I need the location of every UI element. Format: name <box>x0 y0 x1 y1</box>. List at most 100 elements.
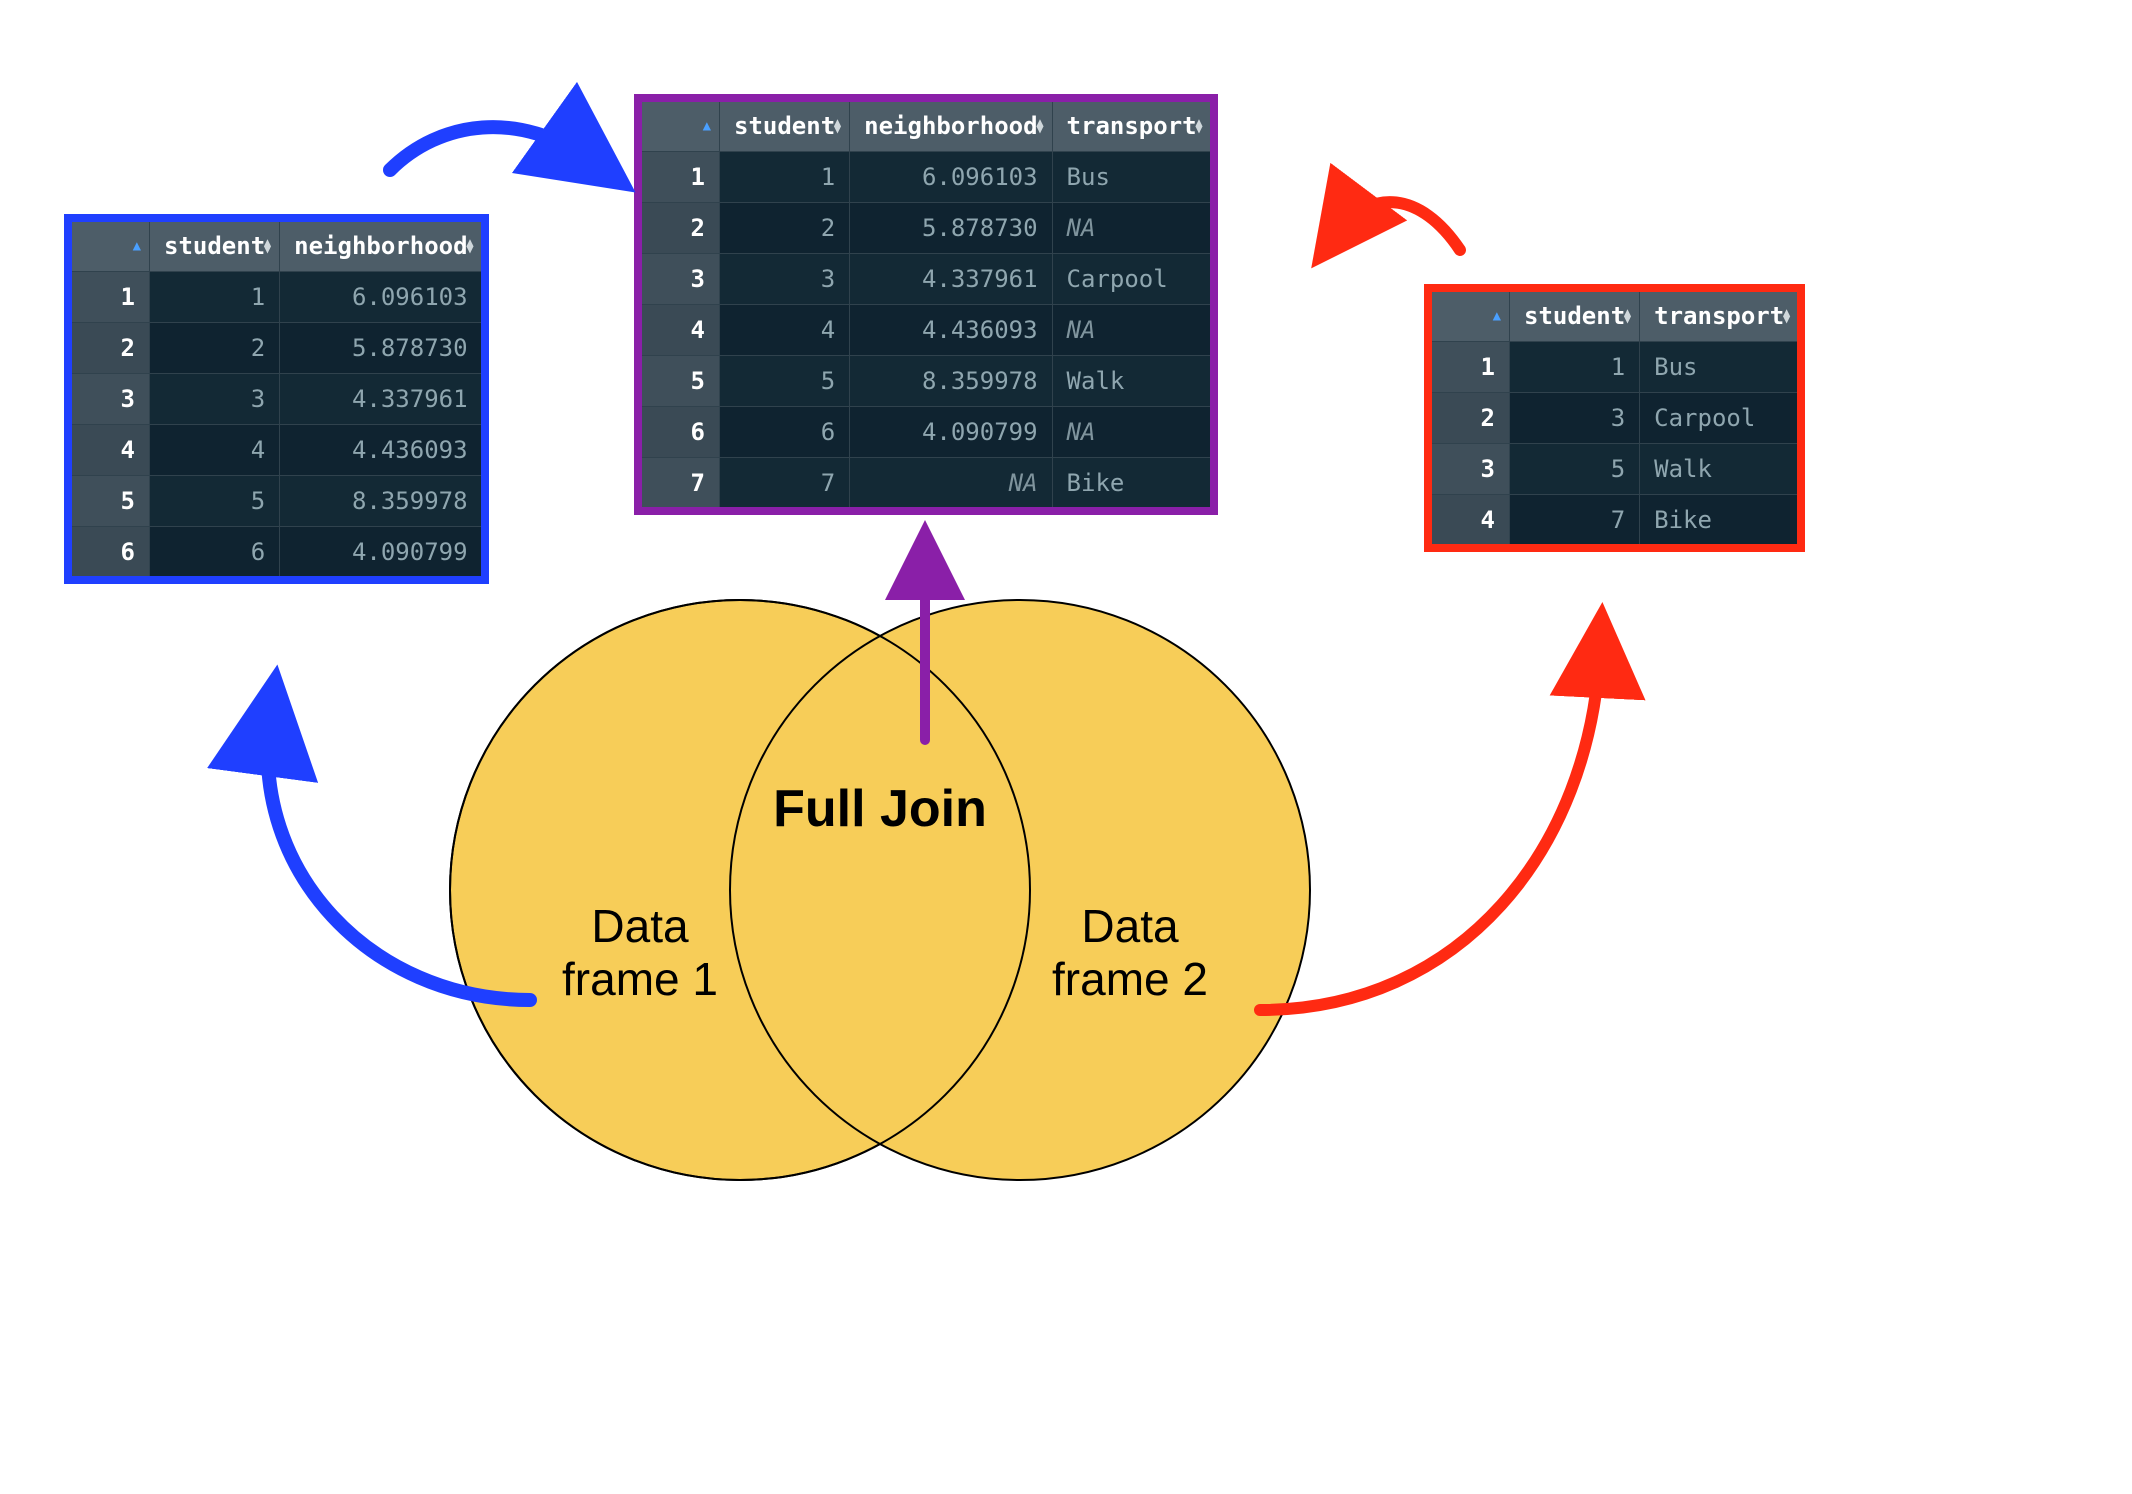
table-row: 77NABike <box>641 458 1212 509</box>
table-row: 444.436093NA <box>641 305 1212 356</box>
cell-student: 1 <box>720 152 850 203</box>
column-header[interactable]: student▲▼ <box>1510 291 1640 342</box>
rownum-cell: 5 <box>71 476 150 527</box>
rownum-header[interactable]: ▲ <box>71 221 150 272</box>
cell-neighborhood: 4.436093 <box>280 425 482 476</box>
table-row: 116.096103Bus <box>641 152 1212 203</box>
cell-student: 4 <box>720 305 850 356</box>
rownum-cell: 1 <box>641 152 720 203</box>
rownum-header[interactable]: ▲ <box>641 101 720 152</box>
column-header[interactable]: neighborhood▲▼ <box>280 221 482 272</box>
cell-student: 5 <box>720 356 850 407</box>
rownum-header[interactable]: ▲ <box>1431 291 1510 342</box>
column-header[interactable]: student▲▼ <box>150 221 280 272</box>
table-row: 334.337961 <box>71 374 483 425</box>
column-header[interactable]: transport▲▼ <box>1052 101 1211 152</box>
table-row: 664.090799 <box>71 527 483 578</box>
rownum-cell: 4 <box>71 425 150 476</box>
cell-student: 3 <box>1510 393 1640 444</box>
cell-student: 6 <box>150 527 280 578</box>
cell-neighborhood: 4.337961 <box>850 254 1052 305</box>
table-row: 225.878730NA <box>641 203 1212 254</box>
cell-transport: NA <box>1052 407 1211 458</box>
rownum-cell: 7 <box>641 458 720 509</box>
cell-neighborhood: 4.090799 <box>850 407 1052 458</box>
table-row: 35Walk <box>1431 444 1799 495</box>
table-row: 558.359978Walk <box>641 356 1212 407</box>
column-header[interactable]: student▲▼ <box>720 101 850 152</box>
cell-student: 5 <box>150 476 280 527</box>
cell-student: 3 <box>150 374 280 425</box>
column-header-label: student <box>734 112 835 140</box>
rownum-cell: 3 <box>71 374 150 425</box>
cell-transport: NA <box>1052 203 1211 254</box>
column-header-label: transport <box>1067 112 1197 140</box>
cell-neighborhood: 8.359978 <box>280 476 482 527</box>
cell-transport: Bike <box>1640 495 1799 546</box>
cell-neighborhood: 6.096103 <box>280 272 482 323</box>
cell-transport: Carpool <box>1052 254 1211 305</box>
dataframe-2-table: ▲student▲▼transport▲▼11Bus23Carpool35Wal… <box>1430 290 1799 546</box>
cell-neighborhood: 4.337961 <box>280 374 482 425</box>
arrow-df2-to-result <box>1340 202 1460 250</box>
column-header-label: student <box>1524 302 1625 330</box>
table-row: 558.359978 <box>71 476 483 527</box>
cell-student: 1 <box>1510 342 1640 393</box>
cell-student: 1 <box>150 272 280 323</box>
cell-neighborhood: 8.359978 <box>850 356 1052 407</box>
cell-student: 2 <box>150 323 280 374</box>
rownum-cell: 6 <box>71 527 150 578</box>
cell-neighborhood: NA <box>850 458 1052 509</box>
cell-transport: Walk <box>1052 356 1211 407</box>
cell-neighborhood: 4.436093 <box>850 305 1052 356</box>
arrow-df1-to-result <box>390 127 590 170</box>
cell-transport: Walk <box>1640 444 1799 495</box>
rownum-cell: 5 <box>641 356 720 407</box>
rownum-cell: 4 <box>641 305 720 356</box>
table-row: 225.878730 <box>71 323 483 374</box>
cell-student: 7 <box>720 458 850 509</box>
column-header-label: neighborhood <box>294 232 467 260</box>
cell-student: 2 <box>720 203 850 254</box>
column-header[interactable]: transport▲▼ <box>1640 291 1799 342</box>
cell-neighborhood: 5.878730 <box>850 203 1052 254</box>
table-row: 444.436093 <box>71 425 483 476</box>
result-table: ▲student▲▼neighborhood▲▼transport▲▼116.0… <box>640 100 1212 509</box>
cell-transport: NA <box>1052 305 1211 356</box>
rownum-cell: 1 <box>71 272 150 323</box>
table-row: 47Bike <box>1431 495 1799 546</box>
column-header-label: transport <box>1654 302 1784 330</box>
venn-left-label: Dataframe 1 <box>530 900 750 1006</box>
cell-student: 7 <box>1510 495 1640 546</box>
column-header[interactable]: neighborhood▲▼ <box>850 101 1052 152</box>
column-header-label: student <box>164 232 265 260</box>
rownum-cell: 6 <box>641 407 720 458</box>
cell-transport: Bus <box>1052 152 1211 203</box>
rownum-cell: 3 <box>641 254 720 305</box>
rownum-cell: 1 <box>1431 342 1510 393</box>
rownum-cell: 4 <box>1431 495 1510 546</box>
table-row: 116.096103 <box>71 272 483 323</box>
cell-transport: Bike <box>1052 458 1211 509</box>
dataframe-1-table: ▲student▲▼neighborhood▲▼116.096103225.87… <box>70 220 483 578</box>
cell-student: 3 <box>720 254 850 305</box>
cell-transport: Carpool <box>1640 393 1799 444</box>
venn-center-label: Full Join <box>400 780 1360 840</box>
cell-neighborhood: 5.878730 <box>280 323 482 374</box>
cell-student: 4 <box>150 425 280 476</box>
rownum-cell: 2 <box>71 323 150 374</box>
table-row: 11Bus <box>1431 342 1799 393</box>
cell-student: 6 <box>720 407 850 458</box>
venn-diagram: Full Join Dataframe 1 Dataframe 2 <box>400 570 1360 1190</box>
cell-neighborhood: 4.090799 <box>280 527 482 578</box>
rownum-cell: 2 <box>641 203 720 254</box>
table-row: 23Carpool <box>1431 393 1799 444</box>
venn-right-label: Dataframe 2 <box>1020 900 1240 1006</box>
table-row: 664.090799NA <box>641 407 1212 458</box>
rownum-cell: 3 <box>1431 444 1510 495</box>
table-row: 334.337961Carpool <box>641 254 1212 305</box>
cell-student: 5 <box>1510 444 1640 495</box>
rownum-cell: 2 <box>1431 393 1510 444</box>
column-header-label: neighborhood <box>864 112 1037 140</box>
cell-transport: Bus <box>1640 342 1799 393</box>
